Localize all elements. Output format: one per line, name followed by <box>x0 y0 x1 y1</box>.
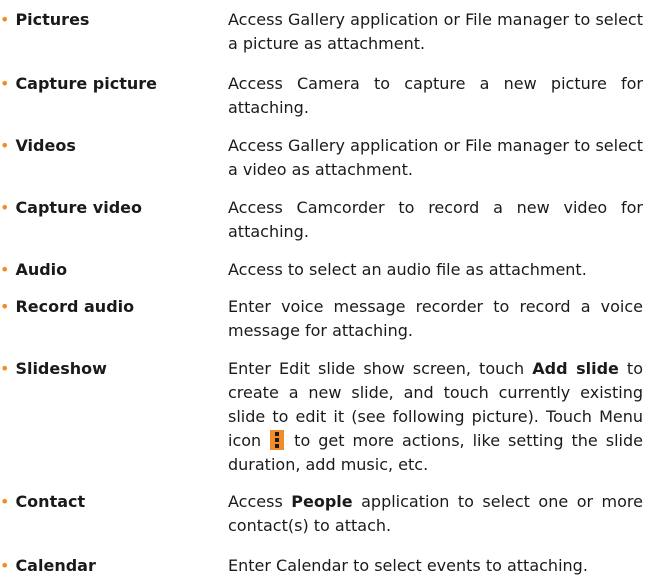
item-description: Access Camcorder to record a new video f… <box>228 198 643 241</box>
item-term: • Videos <box>0 136 76 155</box>
item-description: Access People application to select one … <box>228 492 643 535</box>
people-label: People <box>291 492 353 511</box>
bullet-icon: • <box>0 556 10 575</box>
item-description: Enter Edit slide show screen, touch Add … <box>228 359 643 474</box>
menu-icon <box>270 430 285 450</box>
bullet-icon: • <box>0 297 10 316</box>
item-term: • Calendar <box>0 556 96 575</box>
item-term: • Audio <box>0 260 68 279</box>
item-term: • Pictures <box>0 10 90 29</box>
item-description: Access Gallery application or File manag… <box>228 10 643 53</box>
item-term: • Record audio <box>0 297 135 316</box>
bullet-icon: • <box>0 260 10 279</box>
item-term: • Capture picture <box>0 74 157 93</box>
item-description: Access Camera to capture a new picture f… <box>228 74 643 117</box>
bullet-icon: • <box>0 359 10 378</box>
item-description: Access Gallery application or File manag… <box>228 136 643 179</box>
item-term: • Slideshow <box>0 359 107 378</box>
add-slide-label: Add slide <box>532 359 619 378</box>
bullet-icon: • <box>0 74 10 93</box>
item-description: Enter voice message recorder to record a… <box>228 297 643 340</box>
bullet-icon: • <box>0 10 10 29</box>
item-description: Enter Calendar to select events to attac… <box>228 556 588 575</box>
item-term: • Capture video <box>0 198 142 217</box>
bullet-icon: • <box>0 198 10 217</box>
item-term: • Contact <box>0 492 86 511</box>
item-description: Access to select an audio file as attach… <box>228 260 587 279</box>
bullet-icon: • <box>0 492 10 511</box>
bullet-icon: • <box>0 136 10 155</box>
